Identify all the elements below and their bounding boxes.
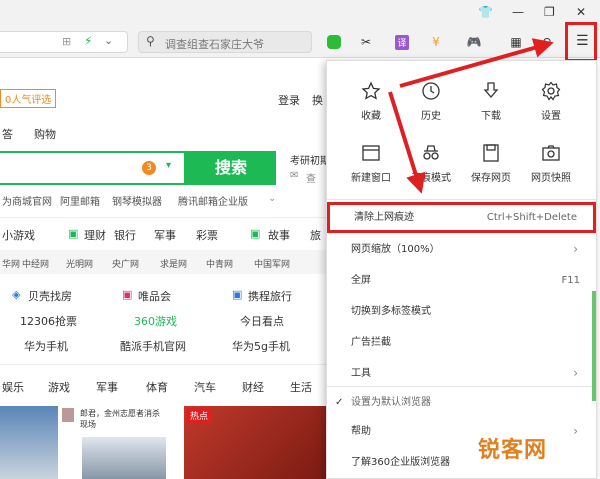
arrow-to-menu-button bbox=[399, 38, 554, 88]
watermark: 锐客网 bbox=[478, 438, 548, 463]
annotation-arrows bbox=[388, 38, 554, 194]
arrow-to-clear-history bbox=[388, 91, 426, 194]
